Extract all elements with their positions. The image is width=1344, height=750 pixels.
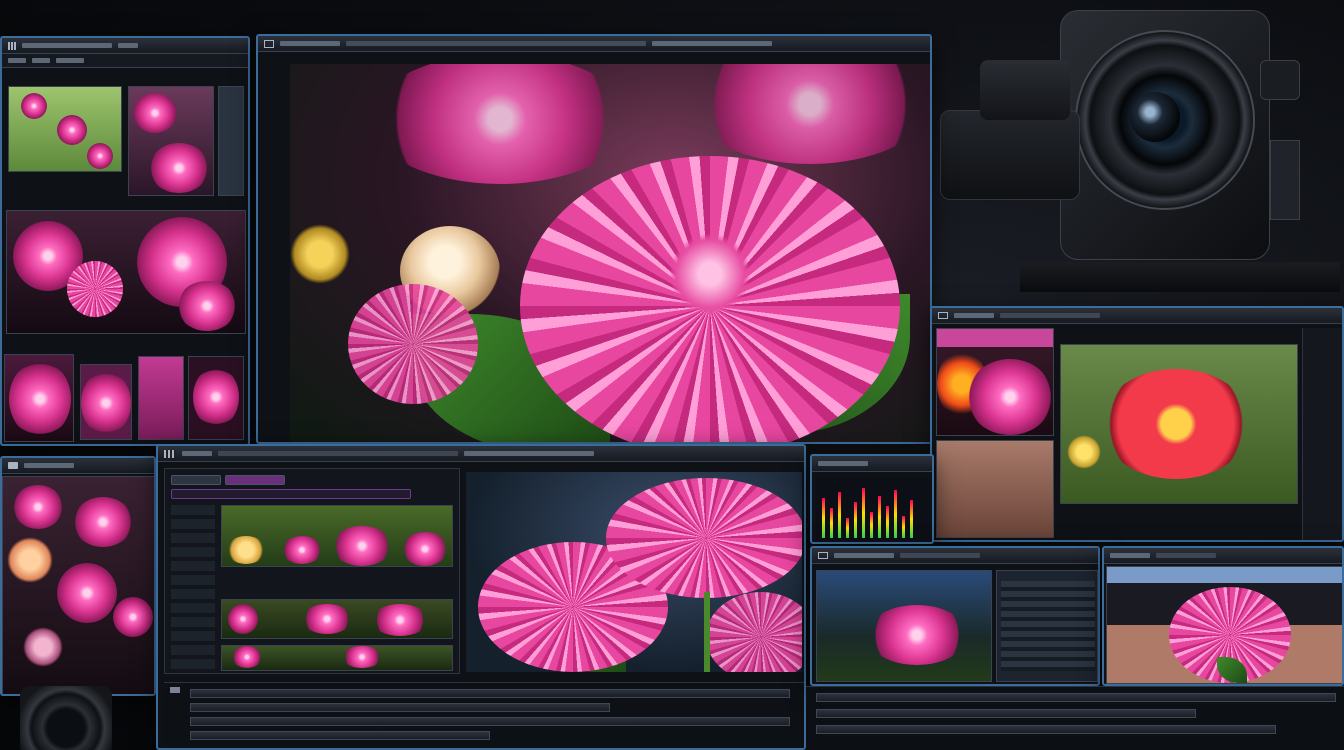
preview-titlebar[interactable] — [812, 548, 1098, 564]
clip-panel[interactable] — [164, 468, 460, 674]
clip-thumbnail[interactable] — [221, 645, 453, 671]
library-thumbnail[interactable] — [128, 86, 214, 196]
editor-preview[interactable] — [466, 472, 802, 672]
folder-icon — [8, 462, 18, 469]
output-titlebar[interactable] — [1104, 548, 1342, 564]
output-thumbnail[interactable] — [1106, 566, 1342, 684]
monitor-thumbnail[interactable] — [936, 440, 1054, 538]
preview-icon — [818, 552, 828, 559]
monitor-window[interactable] — [930, 306, 1344, 542]
library-thumbnail[interactable] — [218, 86, 244, 196]
preview-thumbnail[interactable] — [996, 570, 1098, 682]
browser-window[interactable] — [0, 456, 156, 696]
timeline[interactable] — [164, 682, 804, 748]
panel-button[interactable] — [225, 475, 285, 485]
timeline-track[interactable] — [190, 703, 610, 712]
layer-list[interactable] — [171, 505, 215, 669]
timeline-track[interactable] — [816, 709, 1196, 718]
lens-icon — [20, 686, 112, 750]
library-thumbnail[interactable] — [6, 210, 246, 334]
library-thumbnail[interactable] — [188, 356, 244, 440]
monitor-titlebar[interactable] — [932, 308, 1342, 324]
timeline-track[interactable] — [816, 725, 1276, 734]
scope-titlebar[interactable] — [812, 456, 932, 472]
image-icon — [264, 39, 274, 48]
library-toolbar[interactable] — [2, 54, 248, 68]
library-titlebar[interactable] — [2, 38, 248, 54]
library-thumbnail[interactable] — [80, 364, 132, 440]
monitor-thumbnail[interactable] — [936, 328, 1054, 436]
monitor-side-panel[interactable] — [1302, 328, 1342, 540]
viewer-titlebar[interactable] — [258, 36, 930, 52]
timeline-track[interactable] — [190, 689, 790, 698]
scope-meter — [816, 478, 930, 540]
viewer-window[interactable] — [256, 34, 932, 444]
timeline-icon — [170, 687, 180, 693]
panel-header — [171, 489, 411, 499]
editor-window[interactable] — [156, 444, 806, 750]
library-window[interactable] — [0, 36, 250, 446]
timeline-track[interactable] — [190, 717, 790, 726]
preview-window[interactable] — [810, 546, 1100, 686]
viewer-canvas[interactable] — [290, 64, 930, 442]
desktop-scene — [0, 0, 1344, 750]
clip-thumbnail[interactable] — [221, 599, 453, 639]
library-thumbnail[interactable] — [4, 354, 74, 442]
library-thumbnail[interactable] — [138, 356, 184, 440]
browser-titlebar[interactable] — [2, 458, 154, 474]
timeline-track[interactable] — [190, 731, 490, 740]
clip-thumbnail[interactable] — [221, 505, 453, 567]
master-timeline[interactable] — [806, 686, 1344, 750]
scope-window[interactable] — [810, 454, 934, 544]
monitor-main-view[interactable] — [1060, 344, 1298, 504]
panel-button[interactable] — [171, 475, 221, 485]
camera-icon — [940, 0, 1344, 305]
monitor-icon — [938, 312, 948, 319]
grid-icon — [8, 41, 16, 50]
library-thumbnail[interactable] — [8, 86, 122, 172]
browser-thumbnail[interactable] — [2, 476, 154, 694]
editor-titlebar[interactable] — [158, 446, 804, 462]
film-icon — [164, 449, 176, 458]
output-window[interactable] — [1102, 546, 1344, 686]
timeline-track[interactable] — [816, 693, 1336, 702]
preview-thumbnail[interactable] — [816, 570, 992, 682]
